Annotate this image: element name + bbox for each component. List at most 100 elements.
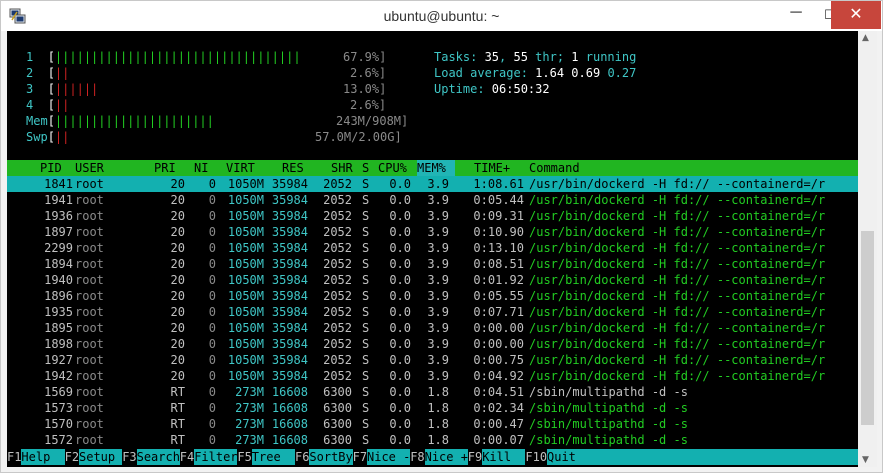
table-row[interactable]: 1569 root RT 0 273M 16608 6300 S 0.0 1.8 0:04.51/s… xyxy=(7,384,858,400)
table-row-selected[interactable]: 1841 root 20 0 1050M 35984 2052 S 0.0 3.9 1:08.61 /… xyxy=(7,176,858,192)
col-s[interactable]: S xyxy=(362,160,369,176)
col-res[interactable]: RES xyxy=(282,160,304,176)
col-shr[interactable]: SHR xyxy=(331,160,353,176)
cell-mem: 1.8 xyxy=(427,433,449,447)
fkey-f1: F1 xyxy=(7,449,22,465)
col-pri[interactable]: PRI xyxy=(154,160,176,176)
mem-bar: |||||||||||||||||||||| xyxy=(54,114,214,128)
title-bar[interactable]: ubuntu@ubuntu: ~ ─ ☐ ✕ xyxy=(1,1,882,31)
cell-shr: 2052 xyxy=(323,177,352,191)
cell-pid: 1936 xyxy=(44,209,73,223)
cell-cpu: 0.0 xyxy=(389,417,411,431)
cell-shr: 6300 xyxy=(323,433,352,447)
cell-command: /usr/bin/dockerd -H fd:// --containerd=/… xyxy=(529,209,826,223)
fkey-f3-button[interactable]: Search xyxy=(136,449,180,465)
col-command[interactable]: Command xyxy=(529,160,580,176)
cell-mem: 3.9 xyxy=(427,369,449,383)
table-row[interactable]: 1936 root 20 0 1050M 35984 2052 S 0.0 3.9 0:09.31 /… xyxy=(7,208,858,224)
cell-command: /usr/bin/dockerd -H fd:// --containerd=/… xyxy=(529,273,826,287)
table-row[interactable]: 1897 root 20 0 1050M 35984 2052 S 0.0 3.9 0:10.90 /… xyxy=(7,224,858,240)
table-row[interactable]: 1895 root 20 0 1050M 35984 2052 S 0.0 3.9 0:00.00 /… xyxy=(7,320,858,336)
cell-pid: 1572 xyxy=(44,433,73,447)
cell-command: /usr/bin/dockerd -H fd:// --containerd=/… xyxy=(529,289,826,303)
table-row[interactable]: 1927 root 20 0 1050M 35984 2052 S 0.0 3.9 0:00.75 /… xyxy=(7,352,858,368)
terminal-area[interactable]: 1 [|||||||||||||||||||||||||||||||||| 67… xyxy=(7,31,858,467)
fkey-f9-button[interactable]: Kill xyxy=(482,449,526,465)
fkey-f2-button[interactable]: Setup xyxy=(79,449,123,465)
cell-mem: 3.9 xyxy=(427,337,449,351)
scroll-up-icon[interactable]: ▲ xyxy=(862,33,869,43)
fkey-f8-button[interactable]: Nice + xyxy=(424,449,468,465)
cell-s: S xyxy=(362,321,370,335)
fkey-f1-button[interactable]: Help xyxy=(21,449,65,465)
scroll-down-icon[interactable]: ▼ xyxy=(862,455,869,465)
cell-pid: 1570 xyxy=(44,417,73,431)
col-pid[interactable]: PID xyxy=(40,160,62,176)
cell-s: S xyxy=(362,433,370,447)
cell-res: 35984 xyxy=(271,273,308,287)
col-mem-sorted[interactable]: MEM% xyxy=(417,160,455,176)
cell-shr: 2052 xyxy=(323,273,352,287)
cell-time: 0:05.55 xyxy=(473,289,524,303)
cell-pid: 1841 xyxy=(44,177,73,191)
cell-mem: 3.9 xyxy=(427,193,449,207)
cell-time: 0:13.10 xyxy=(473,241,524,255)
cell-mem: 3.9 xyxy=(427,289,449,303)
table-row[interactable]: 1941 root 20 0 1050M 35984 2052 S 0.0 3.9 0:05.44 /… xyxy=(7,192,858,208)
col-cpu[interactable]: CPU% xyxy=(378,160,407,176)
table-row[interactable]: 1896 root 20 0 1050M 35984 2052 S 0.0 3.9 0:05.55 /… xyxy=(7,288,858,304)
cell-virt: 1050M xyxy=(227,337,264,351)
table-row[interactable]: 1935 root 20 0 1050M 35984 2052 S 0.0 3.9 0:07.71 /… xyxy=(7,304,858,320)
load-1: 1.64 xyxy=(535,66,565,80)
table-row[interactable]: 1570 root RT 0 273M 16608 6300 S 0.0 1.8 0:00.47/s… xyxy=(7,416,858,432)
cell-mem: 3.9 xyxy=(427,209,449,223)
cpu-meter-2: 2 [|| xyxy=(26,66,70,80)
cell-ni: 0 xyxy=(208,353,216,367)
fkey-f7-button[interactable]: Nice - xyxy=(367,449,410,465)
running-count: 1 xyxy=(571,50,579,64)
cell-pri: 20 xyxy=(170,353,185,367)
cell-s: S xyxy=(362,337,370,351)
col-ni[interactable]: NI xyxy=(194,160,208,176)
table-row[interactable]: 1940 root 20 0 1050M 35984 2052 S 0.0 3.9 0:01.92 /… xyxy=(7,272,858,288)
table-row[interactable]: 1942 root 20 0 1050M 35984 2052 S 0.0 3.9 0:04.92 /… xyxy=(7,368,858,384)
cpu-label: 3 xyxy=(26,82,34,96)
cell-mem: 1.8 xyxy=(427,401,449,415)
cell-virt: 1050M xyxy=(227,241,264,255)
cell-time: 0:00.47 xyxy=(473,417,524,431)
fkey-f6-button[interactable]: SortBy xyxy=(309,449,353,465)
tasks-count: 35 xyxy=(484,50,500,64)
cell-virt: 273M xyxy=(235,401,264,415)
fkey-f5-button[interactable]: Tree xyxy=(251,449,295,465)
cell-cpu: 0.0 xyxy=(389,337,411,351)
cell-pri: 20 xyxy=(170,177,185,191)
fkey-f10-button[interactable]: Quit xyxy=(547,449,858,465)
close-button[interactable]: ✕ xyxy=(831,1,881,29)
cell-command: /usr/bin/dockerd -H fd:// --containerd=/… xyxy=(529,337,826,351)
col-time[interactable]: TIME+ xyxy=(474,160,510,176)
vertical-scrollbar[interactable]: ▲ ▼ xyxy=(858,31,877,467)
table-row[interactable]: 1898 root 20 0 1050M 35984 2052 S 0.0 3.9 0:00.00 /… xyxy=(7,336,858,352)
cell-ni: 0 xyxy=(208,225,216,239)
cell-user: root xyxy=(75,337,104,351)
col-virt[interactable]: VIRT xyxy=(226,160,255,176)
fkey-f3: F3 xyxy=(122,449,137,465)
cell-cpu: 0.0 xyxy=(389,225,411,239)
terminal-window: ubuntu@ubuntu: ~ ─ ☐ ✕ 1 [||||||||||||||… xyxy=(0,0,883,473)
fkey-f4-button[interactable]: Filter xyxy=(194,449,238,465)
load-15: 0.27 xyxy=(607,66,637,80)
col-user[interactable]: USER xyxy=(75,160,104,176)
cell-command: /sbin/multipathd -d -s xyxy=(529,401,688,415)
cell-shr: 2052 xyxy=(323,305,352,319)
table-row[interactable]: 2299 root 20 0 1050M 35984 2052 S 0.0 3.9 0:13.10 /… xyxy=(7,240,858,256)
cell-time: 0:04.92 xyxy=(473,369,524,383)
table-row[interactable]: 1894 root 20 0 1050M 35984 2052 S 0.0 3.9 0:08.51 /… xyxy=(7,256,858,272)
cell-ni: 0 xyxy=(208,273,216,287)
table-row[interactable]: 1573 root RT 0 273M 16608 6300 S 0.0 1.8 0:02.34/s… xyxy=(7,400,858,416)
cell-time: 0:02.34 xyxy=(473,401,524,415)
scrollbar-thumb[interactable] xyxy=(861,231,874,425)
minimize-button[interactable]: ─ xyxy=(779,1,813,29)
cell-virt: 1050M xyxy=(227,353,264,367)
cell-user: root xyxy=(75,385,104,399)
table-row[interactable]: 1572 root RT 0 273M 16608 6300 S 0.0 1.8 0:00.07/s… xyxy=(7,432,858,448)
